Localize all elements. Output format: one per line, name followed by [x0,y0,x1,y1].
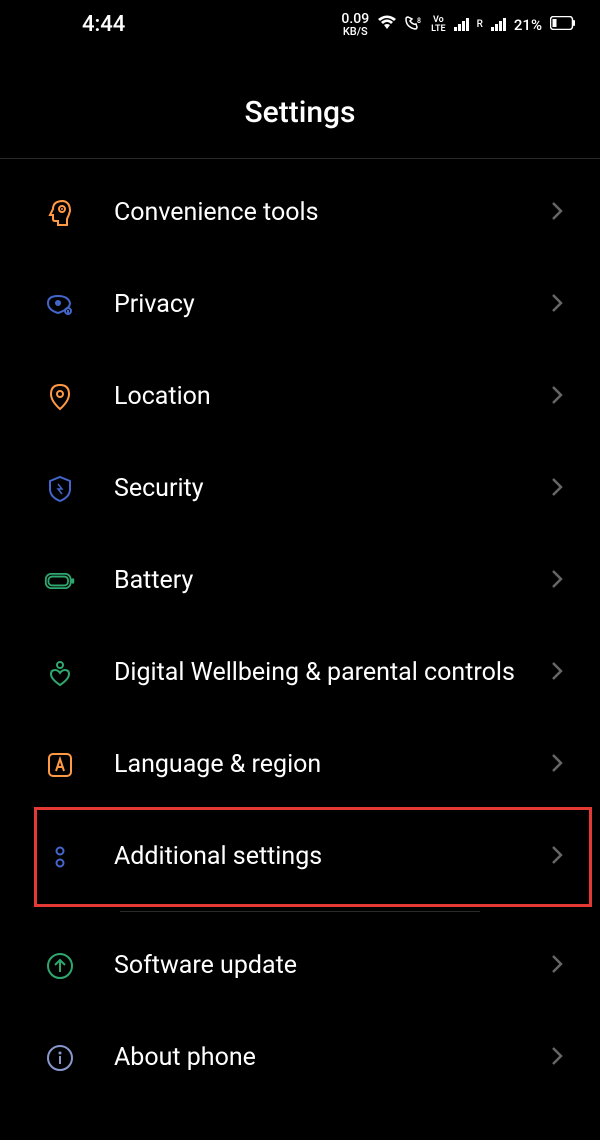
signal-bars-2 [491,18,506,31]
signal-bars-1 [454,18,469,31]
item-about-phone[interactable]: About phone [0,1012,600,1104]
item-security[interactable]: Security [0,443,600,535]
battery-pct: 21% [514,16,542,34]
head-icon [42,195,78,231]
status-bar: 4:44 0.09 KB/S 8 VoLTE R 21% [0,0,600,45]
item-battery[interactable]: Battery [0,535,600,627]
language-icon [42,747,78,783]
chevron-right-icon [550,660,564,686]
item-privacy[interactable]: Privacy [0,259,600,351]
item-label: Location [114,381,534,414]
chevron-right-icon [550,752,564,778]
chevron-right-icon [550,384,564,410]
privacy-icon [42,287,78,323]
item-label: Additional settings [114,841,534,874]
svg-text:8: 8 [417,17,421,25]
item-label: Security [114,473,534,506]
item-label: Convenience tools [114,197,534,230]
chevron-right-icon [550,953,564,979]
chevron-right-icon [550,568,564,594]
wellbeing-icon [42,655,78,691]
update-icon [42,948,78,984]
status-time: 4:44 [82,12,125,37]
item-label: Privacy [114,289,534,322]
item-convenience-tools[interactable]: Convenience tools [0,167,600,259]
roaming-label: R [477,19,483,30]
item-label: About phone [114,1042,534,1075]
divider [120,911,480,912]
shield-icon [42,471,78,507]
item-language-region[interactable]: Language & region [0,719,600,811]
item-label: Language & region [114,749,534,782]
item-additional-settings[interactable]: Additional settings [0,811,600,903]
item-label: Battery [114,565,534,598]
dots-icon [42,839,78,875]
chevron-right-icon [550,292,564,318]
volte-icon: VoLTE [431,16,445,32]
chevron-right-icon [550,844,564,870]
battery-h-icon [42,563,78,599]
item-label: Software update [114,950,534,983]
item-label: Digital Wellbeing & parental controls [114,657,534,690]
call-icon: 8 [405,15,423,35]
battery-icon [550,16,576,34]
info-icon [42,1040,78,1076]
chevron-right-icon [550,200,564,226]
page-title: Settings [0,95,600,130]
settings-list: Convenience tools Privacy Location Secur… [0,159,600,1112]
network-speed: 0.09 KB/S [341,12,369,37]
item-location[interactable]: Location [0,351,600,443]
chevron-right-icon [550,1045,564,1071]
chevron-right-icon [550,476,564,502]
item-software-update[interactable]: Software update [0,920,600,1012]
item-digital-wellbeing[interactable]: Digital Wellbeing & parental controls [0,627,600,719]
page-header: Settings [0,45,600,159]
location-icon [42,379,78,415]
wifi-icon [377,15,397,35]
